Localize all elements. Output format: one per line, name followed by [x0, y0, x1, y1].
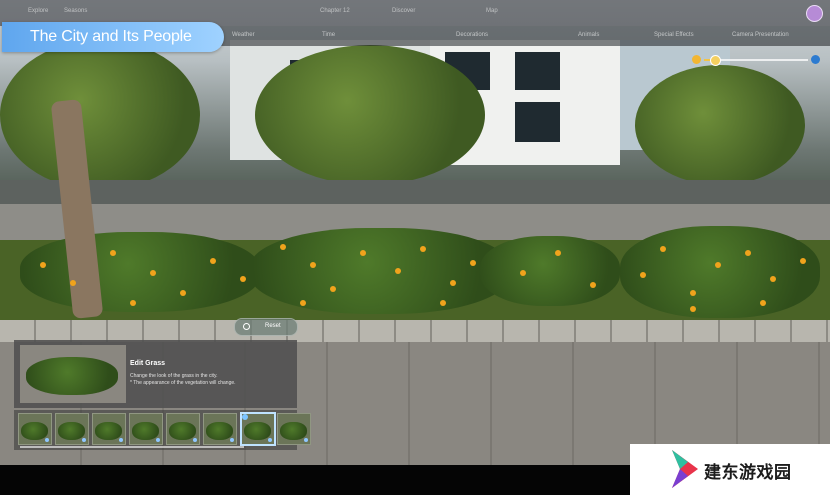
flower [555, 250, 561, 256]
flower [715, 262, 721, 268]
top-bar-item-map[interactable]: Map [486, 8, 498, 14]
user-avatar[interactable] [806, 5, 823, 22]
grass-option-1[interactable] [18, 413, 52, 445]
grass-option-4[interactable] [129, 413, 163, 445]
curb [0, 320, 830, 342]
grass-option-5[interactable] [166, 413, 200, 445]
flower [520, 270, 526, 276]
option-indicator [45, 438, 49, 442]
flower [240, 276, 246, 282]
description-note: * The appearance of the vegetation will … [130, 380, 236, 386]
watermark: 建东游戏园 [630, 444, 830, 495]
option-indicator [119, 438, 123, 442]
flower [770, 276, 776, 282]
flower [330, 286, 336, 292]
option-thumbnail [280, 422, 307, 440]
description-line: Change the look of the grass in the city… [130, 373, 218, 379]
option-thumbnail [169, 422, 196, 440]
flower [690, 306, 696, 312]
top-bar-item-explore[interactable]: Explore [28, 8, 48, 14]
moon-icon [811, 55, 820, 64]
flower [660, 246, 666, 252]
flower [360, 250, 366, 256]
flower-bush [20, 232, 260, 312]
tab-time[interactable]: Time [322, 32, 335, 38]
edit-panel: Edit Grass Change the look of the grass … [14, 340, 297, 408]
flower [280, 244, 286, 250]
option-indicator [193, 438, 197, 442]
preview-bush [26, 357, 118, 395]
flower [180, 290, 186, 296]
tab-weather[interactable]: Weather [232, 32, 255, 38]
option-thumbnail [132, 422, 159, 440]
edit-panel-heading: Edit Grass [130, 360, 166, 367]
tab-decorations[interactable]: Decorations [456, 32, 488, 38]
edit-panel-description: Change the look of the grass in the city… [130, 373, 290, 387]
tree [0, 40, 200, 190]
reset-icon [243, 323, 250, 330]
option-thumbnail [206, 422, 233, 440]
flower [800, 258, 806, 264]
flower [150, 270, 156, 276]
flower [690, 290, 696, 296]
flower [310, 262, 316, 268]
time-of-day-slider[interactable] [692, 54, 822, 66]
flower-bush [480, 236, 620, 306]
app-title-banner: The City and Its People [2, 22, 224, 52]
flower [640, 272, 646, 278]
grass-preview-image [20, 345, 126, 403]
grass-option-7[interactable] [240, 412, 276, 446]
top-bar-item-seasons[interactable]: Seasons [64, 8, 87, 14]
reset-label: Reset [265, 323, 281, 329]
flower [130, 300, 136, 306]
category-bar: Weather Time Decorations Animals Special… [210, 26, 830, 46]
flower [590, 282, 596, 288]
tab-special-effects[interactable]: Special Effects [654, 32, 694, 38]
flower [440, 300, 446, 306]
reset-button[interactable]: Reset [234, 318, 298, 336]
grass-option-6[interactable] [203, 413, 237, 445]
flower [450, 280, 456, 286]
selected-badge [242, 414, 248, 420]
flower [300, 300, 306, 306]
grass-options-strip [14, 410, 311, 450]
grass-option-8[interactable] [277, 413, 311, 445]
flower [110, 250, 116, 256]
option-indicator [82, 438, 86, 442]
grass-option-2[interactable] [55, 413, 89, 445]
slider-handle[interactable] [710, 55, 722, 66]
tab-camera-presentation[interactable]: Camera Presentation [732, 32, 789, 38]
option-thumbnail [21, 422, 48, 440]
option-indicator [268, 438, 272, 442]
flower-bush [250, 228, 510, 314]
flower [470, 260, 476, 266]
tree [255, 45, 485, 185]
option-thumbnail [58, 422, 85, 440]
option-indicator [304, 438, 308, 442]
road [0, 180, 830, 206]
tab-animals[interactable]: Animals [578, 32, 599, 38]
grass-option-3[interactable] [92, 413, 126, 445]
flower [745, 250, 751, 256]
watermark-text: 建东游戏园 [704, 463, 792, 482]
app-title: The City and Its People [30, 28, 192, 45]
tree [635, 65, 805, 185]
flower [760, 300, 766, 306]
option-thumbnail [244, 422, 271, 440]
flower [210, 258, 216, 264]
options-scrollbar[interactable] [20, 446, 244, 448]
watermark-logo-icon [672, 450, 698, 488]
option-thumbnail [95, 422, 122, 440]
option-indicator [156, 438, 160, 442]
flower [420, 246, 426, 252]
option-indicator [230, 438, 234, 442]
flower-bush [620, 226, 820, 318]
flower [395, 268, 401, 274]
top-bar-item-chapter[interactable]: Chapter 12 [320, 8, 350, 14]
top-bar-item-discover[interactable]: Discover [392, 8, 415, 14]
flower [70, 280, 76, 286]
sun-icon [692, 55, 701, 64]
flower [40, 262, 46, 268]
